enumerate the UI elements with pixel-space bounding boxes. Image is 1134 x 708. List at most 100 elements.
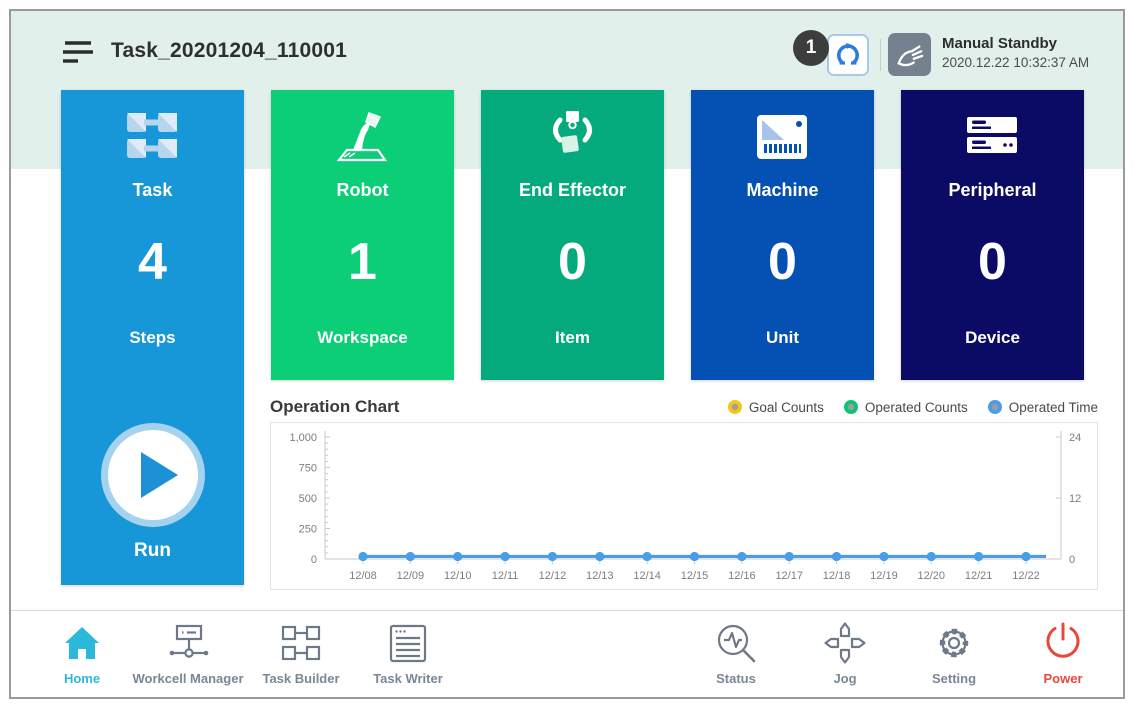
manual-mode-indicator bbox=[888, 33, 931, 76]
card-value: 0 bbox=[901, 232, 1084, 292]
operation-chart-plot: 1,00075050025002412012/0812/0912/1012/11… bbox=[271, 423, 1097, 589]
data-point bbox=[737, 552, 746, 561]
y-axis-left-tick: 250 bbox=[299, 524, 317, 536]
chart-legend: Goal Counts Operated Counts Operated Time bbox=[728, 400, 1098, 415]
x-axis-tick: 12/22 bbox=[1012, 570, 1040, 582]
nav-label: Task Writer bbox=[343, 671, 473, 686]
x-axis-tick: 12/13 bbox=[586, 570, 614, 582]
nav-label: Workcell Manager bbox=[123, 671, 253, 686]
data-point bbox=[500, 552, 509, 561]
power-icon bbox=[1043, 622, 1083, 664]
home-icon bbox=[62, 624, 102, 662]
data-point bbox=[406, 552, 415, 561]
card-title: Machine bbox=[691, 180, 874, 201]
card-title: Peripheral bbox=[901, 180, 1084, 201]
y-axis-left-tick: 1,000 bbox=[289, 432, 317, 444]
data-point bbox=[927, 552, 936, 561]
end-effector-icon bbox=[481, 108, 664, 166]
card-value: 0 bbox=[691, 232, 874, 292]
card-value: 4 bbox=[61, 232, 244, 292]
y-axis-left-tick: 750 bbox=[299, 463, 317, 475]
machine-icon bbox=[691, 108, 874, 166]
chart-header: Operation Chart Goal Counts Operated Coun… bbox=[270, 394, 1098, 420]
gripper-mode-button[interactable] bbox=[827, 34, 869, 76]
x-axis-tick: 12/12 bbox=[539, 570, 567, 582]
run-label: Run bbox=[61, 540, 244, 562]
app-window: Task_20201204_110001 1 bbox=[9, 9, 1125, 699]
status-monitor-icon bbox=[714, 621, 758, 665]
legend-dot bbox=[988, 400, 1002, 414]
play-icon bbox=[108, 430, 198, 520]
server-icon bbox=[901, 108, 1084, 166]
page-title: Task_20201204_110001 bbox=[111, 39, 347, 63]
workcell-manager-icon bbox=[165, 623, 211, 663]
legend-item: Operated Time bbox=[988, 400, 1098, 415]
x-axis-tick: 12/09 bbox=[397, 570, 425, 582]
data-point bbox=[1021, 552, 1030, 561]
card-value: 0 bbox=[481, 232, 664, 292]
data-point bbox=[879, 552, 888, 561]
nav-item-workcell-manager[interactable]: Workcell Manager bbox=[123, 619, 253, 695]
x-axis-tick: 12/19 bbox=[870, 570, 898, 582]
card-task[interactable]: Task 4 Steps Run bbox=[61, 90, 244, 585]
x-axis-tick: 12/21 bbox=[965, 570, 993, 582]
status-label: Manual Standby bbox=[942, 35, 1089, 52]
y-axis-left-tick: 500 bbox=[299, 493, 317, 505]
card-title: Task bbox=[61, 180, 244, 201]
data-point bbox=[643, 552, 652, 561]
card-title: End Effector bbox=[481, 180, 664, 201]
card-unit: Unit bbox=[691, 328, 874, 348]
legend-dot bbox=[728, 400, 742, 414]
hand-manual-icon bbox=[894, 40, 926, 70]
jog-arrows-icon bbox=[822, 620, 868, 666]
operation-chart: 1,00075050025002412012/0812/0912/1012/11… bbox=[270, 422, 1098, 590]
data-point bbox=[974, 552, 983, 561]
data-point bbox=[548, 552, 557, 561]
x-axis-tick: 12/14 bbox=[633, 570, 661, 582]
task-writer-icon bbox=[388, 623, 428, 663]
y-axis-right-tick: 24 bbox=[1069, 432, 1081, 444]
card-end-effector[interactable]: End Effector 0 Item bbox=[481, 90, 664, 380]
run-button[interactable] bbox=[101, 423, 205, 527]
robot-arm-icon bbox=[271, 108, 454, 166]
card-robot[interactable]: Robot 1 Workspace bbox=[271, 90, 454, 380]
gripper-release-icon bbox=[835, 42, 861, 68]
title-bar: Task_20201204_110001 1 bbox=[11, 11, 1123, 101]
y-axis-left-tick: 0 bbox=[311, 554, 317, 566]
card-unit: Device bbox=[901, 328, 1084, 348]
x-axis-tick: 12/08 bbox=[349, 570, 377, 582]
task-steps-icon bbox=[61, 108, 244, 166]
y-axis-right-tick: 0 bbox=[1069, 554, 1075, 566]
card-unit: Workspace bbox=[271, 328, 454, 348]
x-axis-tick: 12/11 bbox=[492, 570, 519, 582]
nav-label: Power bbox=[998, 671, 1125, 686]
card-unit: Steps bbox=[61, 328, 244, 348]
bottom-navbar: Home Workcell Manager bbox=[11, 611, 1123, 699]
card-value: 1 bbox=[271, 232, 454, 292]
card-unit: Item bbox=[481, 328, 664, 348]
chart-title: Operation Chart bbox=[270, 397, 399, 417]
x-axis-tick: 12/15 bbox=[681, 570, 709, 582]
legend-dot bbox=[844, 400, 858, 414]
task-builder-icon bbox=[279, 624, 323, 662]
data-point bbox=[832, 552, 841, 561]
nav-item-task-writer[interactable]: Task Writer bbox=[343, 619, 473, 695]
nav-item-power[interactable]: Power bbox=[998, 619, 1125, 695]
legend-item: Operated Counts bbox=[844, 400, 968, 415]
x-axis-tick: 12/16 bbox=[728, 570, 756, 582]
data-point bbox=[595, 552, 604, 561]
card-machine[interactable]: Machine 0 Unit bbox=[691, 90, 874, 380]
data-point bbox=[358, 552, 367, 561]
header-divider bbox=[880, 39, 881, 71]
hamburger-menu-icon[interactable] bbox=[61, 38, 95, 68]
x-axis-tick: 12/10 bbox=[444, 570, 472, 582]
x-axis-tick: 12/20 bbox=[918, 570, 946, 582]
legend-item: Goal Counts bbox=[728, 400, 824, 415]
robot-status: Manual Standby 2020.12.22 10:32:37 AM bbox=[942, 35, 1089, 70]
annotation-badge: 1 bbox=[793, 30, 829, 66]
card-title: Robot bbox=[271, 180, 454, 201]
card-peripheral[interactable]: Peripheral 0 Device bbox=[901, 90, 1084, 380]
data-point bbox=[453, 552, 462, 561]
x-axis-tick: 12/17 bbox=[775, 570, 803, 582]
data-point bbox=[690, 552, 699, 561]
